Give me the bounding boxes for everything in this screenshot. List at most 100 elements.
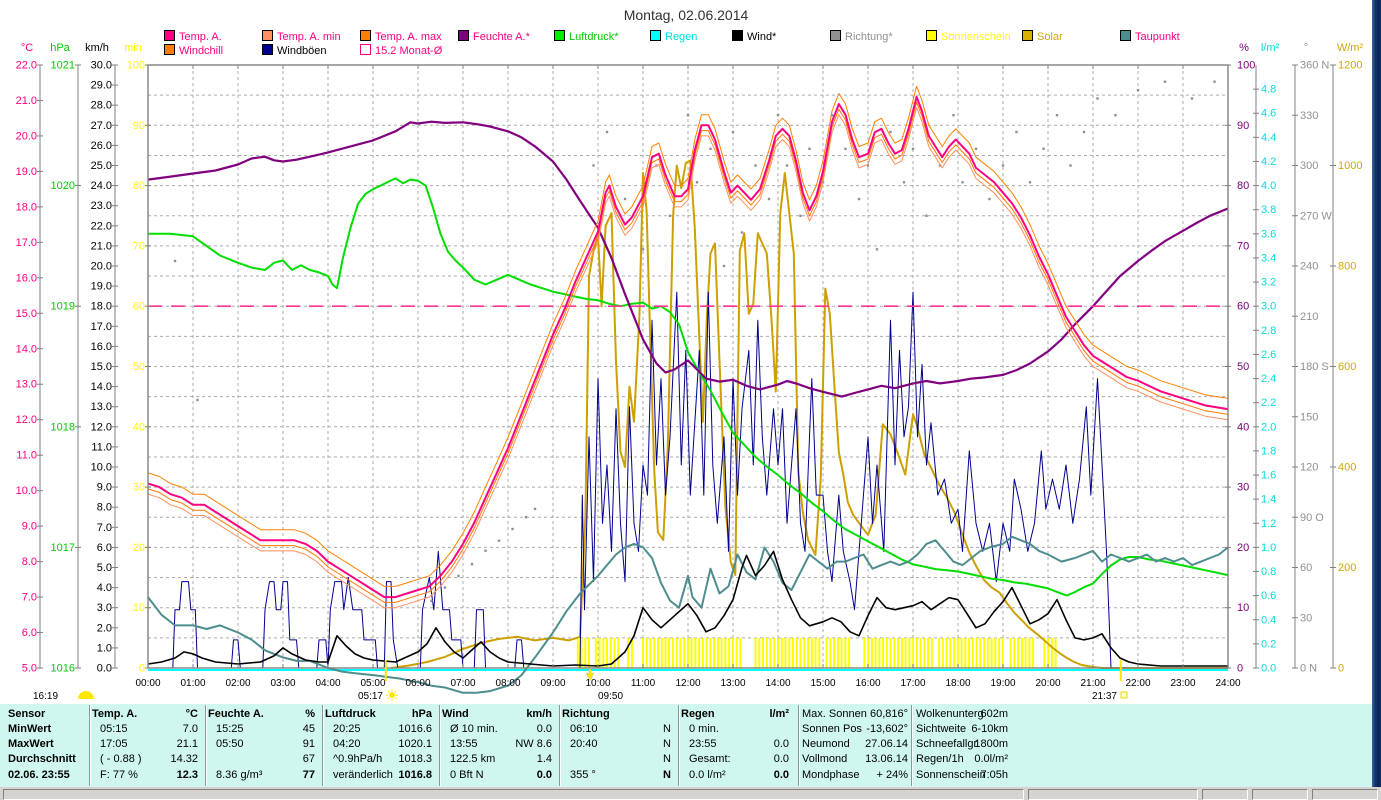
moonrise-time: 16:19 — [33, 691, 58, 702]
tick-label-rain_lm2: 1.6 — [1261, 470, 1276, 482]
x-tick-label: 06:00 — [405, 678, 430, 689]
tick-label-wind_kmh: 7.0 — [97, 522, 112, 534]
table-value-cell: 45 — [302, 723, 315, 735]
table-col-header: Richtung — [562, 708, 610, 720]
tick-label-rain_lm2: 3.4 — [1261, 252, 1276, 264]
tick-label-wind_kmh: 9.0 — [97, 482, 112, 494]
tick-label-solar_wm2: 800 — [1338, 261, 1356, 273]
x-tick-label: 24:00 — [1215, 678, 1240, 689]
tick-label-temp_c: 7.0 — [22, 592, 37, 604]
tick-label-pressure_hpa: 1019 — [51, 301, 75, 313]
table-value-cell: 12.3 — [176, 769, 198, 781]
tick-label-rain_lm2: 0.2 — [1261, 638, 1276, 650]
table-divider — [559, 705, 560, 786]
tick-label-sun_min: 0 — [139, 663, 145, 675]
astro-value: 27.06.14 — [865, 738, 908, 750]
tick-label-solar_wm2: 1200 — [1338, 60, 1362, 72]
status-bar-segment — [3, 789, 1024, 800]
table-value-cell: 14.32 — [170, 753, 198, 765]
tick-label-solar_wm2: 1000 — [1338, 160, 1362, 172]
sun-icon — [389, 692, 395, 698]
table-value-cell: 0.0 — [773, 769, 789, 781]
extra-value: 0.0l/m² — [974, 753, 1008, 765]
table-value-cell: 1016.8 — [398, 769, 432, 781]
table-value-cell: 0.0 — [536, 769, 552, 781]
table-value-cell: N — [663, 723, 671, 735]
tick-label-temp_c: 9.0 — [22, 521, 37, 533]
tick-label-temp_c: 12.0 — [16, 414, 37, 426]
tick-label-rain_lm2: 3.2 — [1261, 277, 1276, 289]
tick-label-direction_deg: 60 — [1300, 562, 1312, 574]
x-tick-label: 12:00 — [675, 678, 700, 689]
tick-label-wind_kmh: 25.0 — [91, 160, 112, 172]
astro-value: -13,602° — [866, 723, 908, 735]
table-row-label: Sensor — [8, 708, 46, 720]
table-value-cell: 67 — [302, 753, 315, 765]
table-value-cell: N — [663, 738, 671, 750]
tick-label-wind_kmh: 14.0 — [91, 381, 112, 393]
tick-label-wind_kmh: 21.0 — [91, 240, 112, 252]
tick-label-direction_deg: 0 N — [1300, 663, 1317, 675]
axis-header-pressure_hpa: hPa — [50, 42, 70, 54]
tick-label-wind_kmh: 1.0 — [97, 642, 112, 654]
tick-label-temp_c: 14.0 — [16, 343, 37, 355]
x-tick-label: 22:00 — [1125, 678, 1150, 689]
tick-label-humidity_pct: 10 — [1237, 602, 1249, 614]
tick-label-rain_lm2: 1.8 — [1261, 445, 1276, 457]
square-icon — [1120, 691, 1128, 699]
tick-label-humidity_pct: 90 — [1237, 120, 1249, 132]
tick-label-rain_lm2: 0.4 — [1261, 614, 1276, 626]
tick-label-rain_lm2: 2.6 — [1261, 349, 1276, 361]
x-tick-label: 23:00 — [1170, 678, 1195, 689]
series-sonnenschein-bars — [576, 637, 1057, 668]
tick-label-rain_lm2: 2.0 — [1261, 421, 1276, 433]
tick-label-wind_kmh: 19.0 — [91, 281, 112, 293]
axis-header-direction_deg: ° — [1304, 42, 1308, 54]
tick-label-direction_deg: 240 — [1300, 261, 1318, 273]
tick-label-wind_kmh: 28.0 — [91, 100, 112, 112]
table-divider — [439, 705, 440, 786]
tick-label-rain_lm2: 2.4 — [1261, 373, 1276, 385]
table-value-cell: 0.0 — [536, 723, 552, 735]
extra-value: 1800m — [974, 738, 1008, 750]
tick-label-sun_min: 50 — [133, 361, 145, 373]
tick-label-wind_kmh: 12.0 — [91, 421, 112, 433]
x-tick-label: 02:00 — [225, 678, 250, 689]
tick-label-direction_deg: 120 — [1300, 462, 1318, 474]
tick-label-wind_kmh: 23.0 — [91, 200, 112, 212]
tick-label-temp_c: 10.0 — [16, 485, 37, 497]
tick-label-solar_wm2: 400 — [1338, 462, 1356, 474]
status-bar-segment — [1312, 789, 1378, 800]
status-bar — [0, 787, 1381, 800]
axis-header-sun_min: min — [124, 42, 142, 54]
table-col-unit: l/m² — [769, 708, 789, 720]
tick-label-direction_deg: 210 — [1300, 311, 1318, 323]
tick-label-rain_lm2: 1.2 — [1261, 518, 1276, 530]
tick-label-wind_kmh: 4.0 — [97, 582, 112, 594]
table-value-cell: 1020.1 — [398, 738, 432, 750]
tick-label-wind_kmh: 15.0 — [91, 361, 112, 373]
x-tick-label: 17:00 — [900, 678, 925, 689]
tick-label-humidity_pct: 70 — [1237, 240, 1249, 252]
axis-header-temp_c: °C — [21, 42, 33, 54]
table-divider — [205, 705, 206, 786]
tick-label-rain_lm2: 4.2 — [1261, 156, 1276, 168]
tick-label-pressure_hpa: 1021 — [51, 60, 75, 72]
table-value-cell: 1.4 — [536, 753, 552, 765]
status-bar-segment — [1252, 789, 1308, 800]
tick-label-wind_kmh: 26.0 — [91, 140, 112, 152]
tick-label-humidity_pct: 40 — [1237, 421, 1249, 433]
tick-label-temp_c: 22.0 — [16, 60, 37, 72]
table-row-label: Durchschnitt — [8, 753, 76, 765]
x-tick-label: 00:00 — [135, 678, 160, 689]
tick-label-sun_min: 20 — [133, 542, 145, 554]
tick-label-sun_min: 60 — [133, 301, 145, 313]
tick-label-wind_kmh: 8.0 — [97, 502, 112, 514]
x-tick-label: 14:00 — [765, 678, 790, 689]
table-value-cell: 91 — [302, 738, 315, 750]
x-tick-label: 03:00 — [270, 678, 295, 689]
tick-label-temp_c: 19.0 — [16, 166, 37, 178]
tick-label-solar_wm2: 0 — [1338, 663, 1344, 675]
table-divider — [678, 705, 679, 786]
tick-label-direction_deg: 150 — [1300, 411, 1318, 423]
